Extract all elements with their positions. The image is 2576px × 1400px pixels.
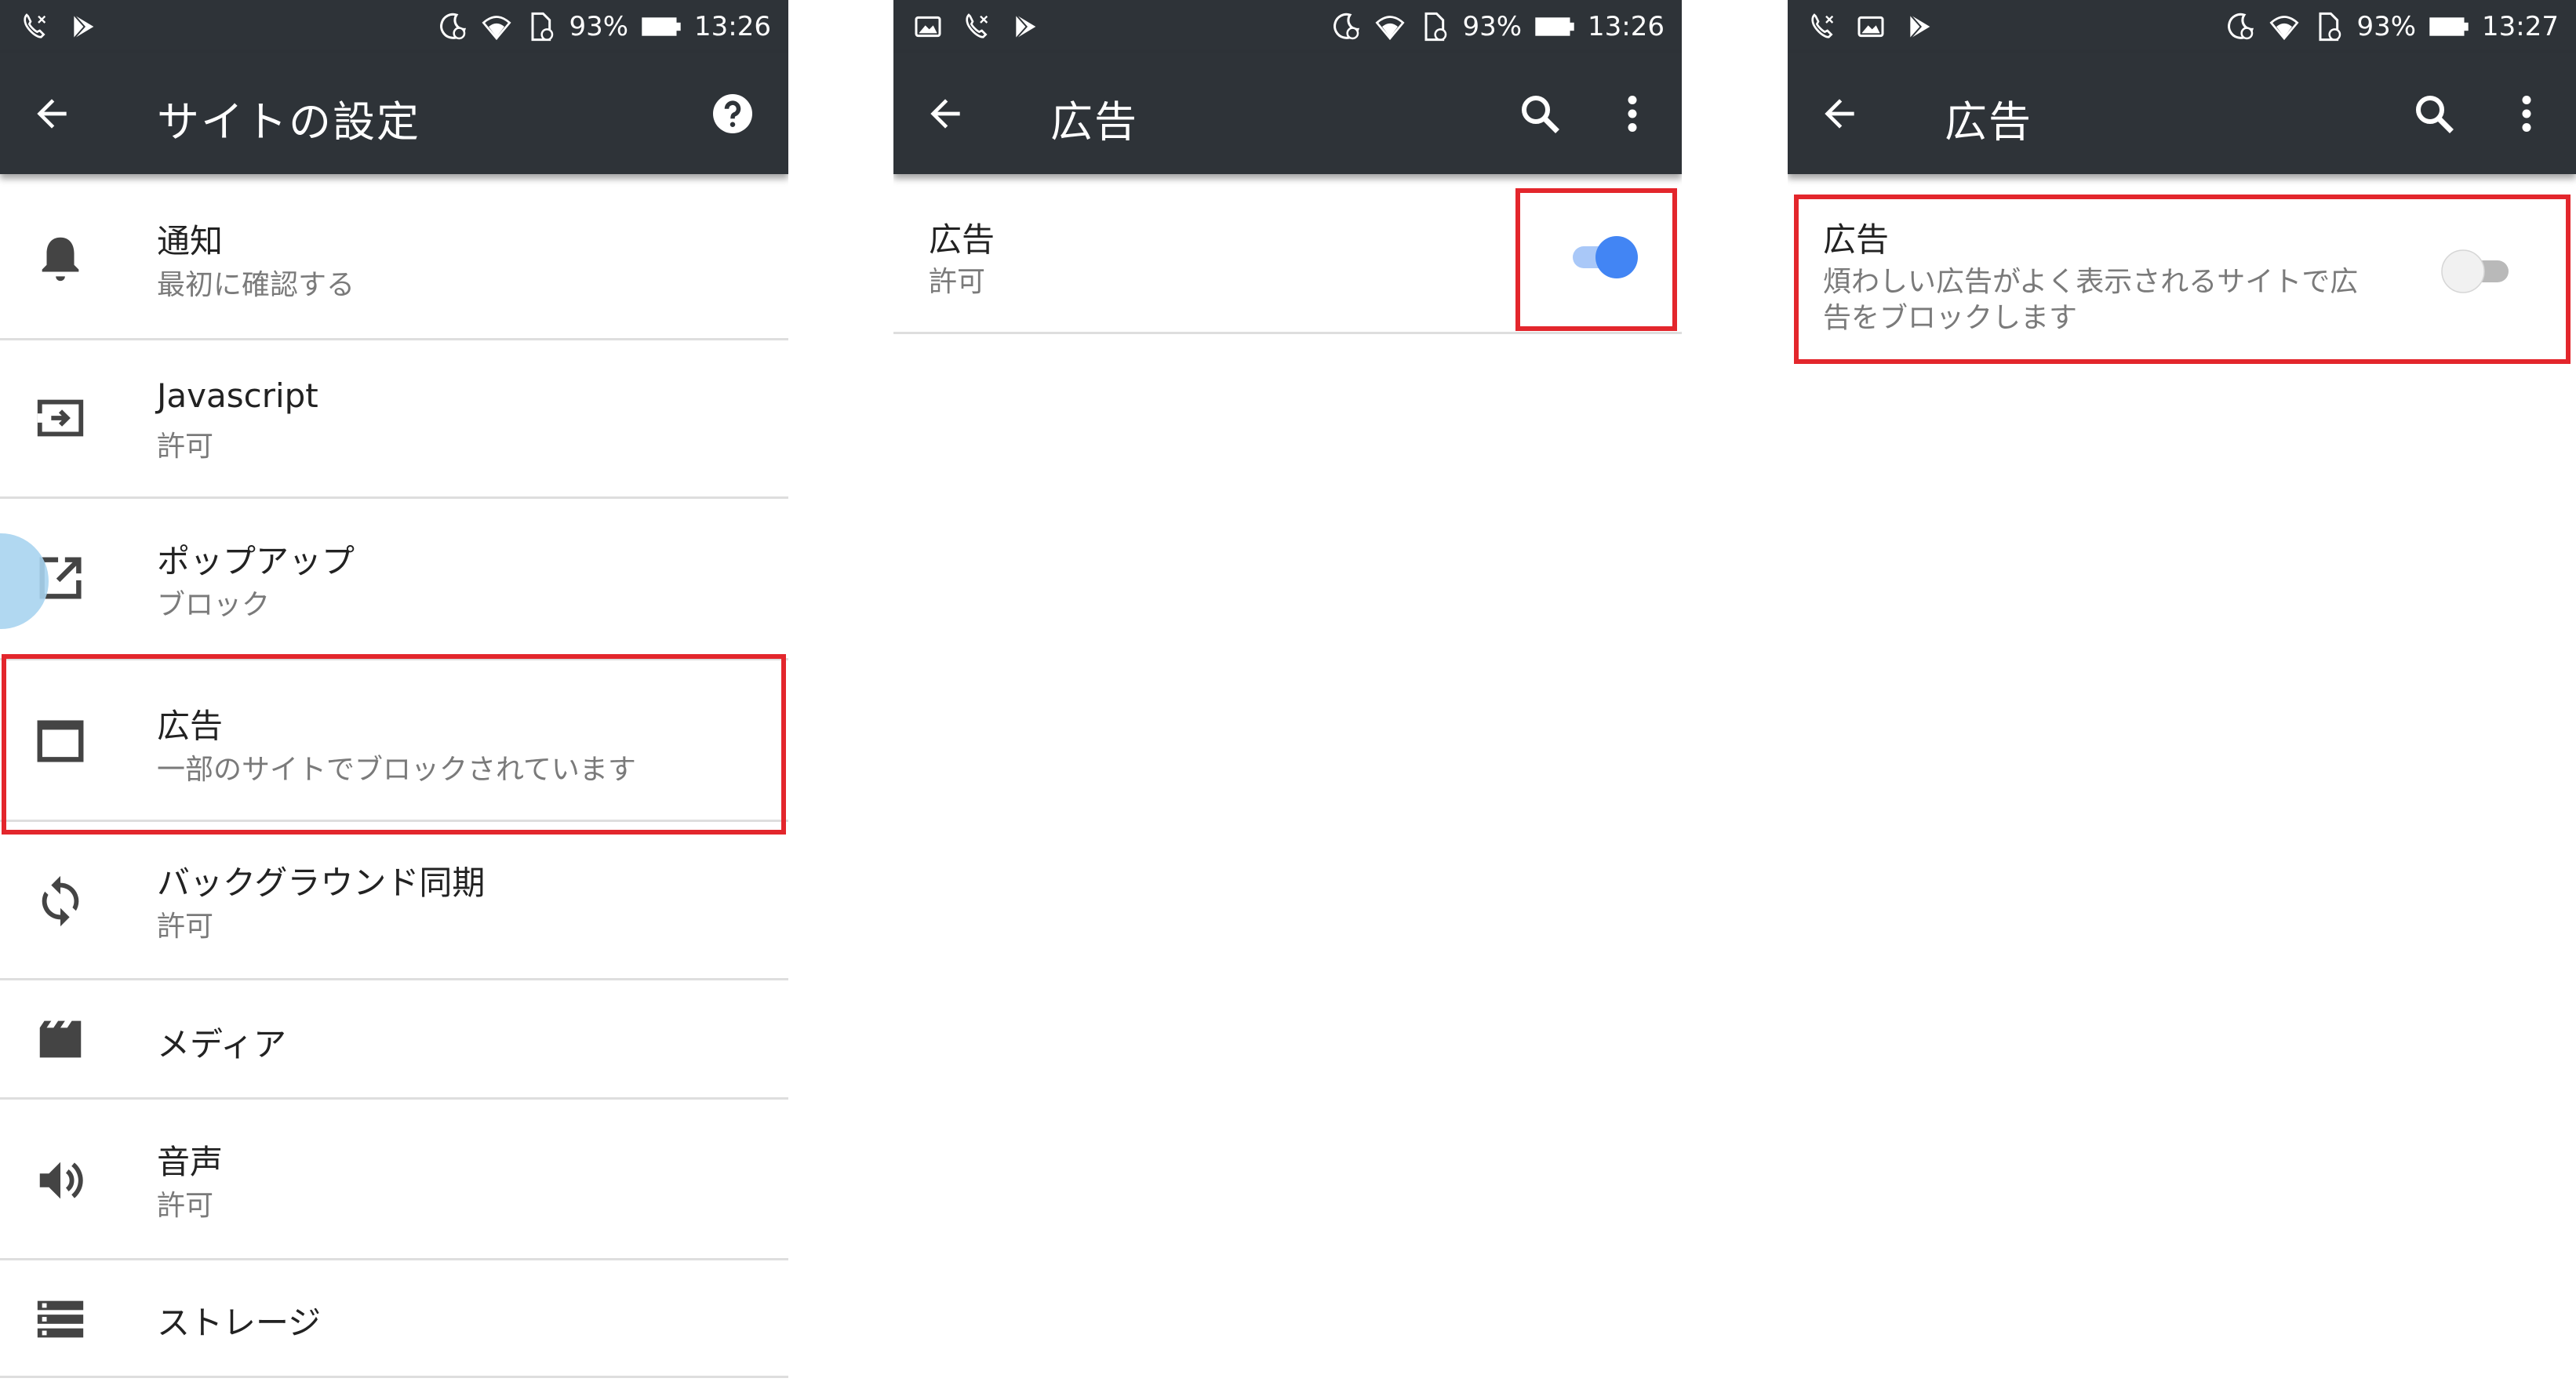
back-arrow-icon[interactable]	[30, 92, 74, 136]
phone-missed-icon	[961, 11, 992, 42]
battery-icon	[1534, 14, 1575, 39]
javascript-icon	[33, 391, 88, 445]
item-subtitle-line1: 煩わしい広告がよく表示されるサイトで広	[1823, 266, 2359, 298]
phone-missed-icon	[1806, 11, 1838, 42]
item-title: 広告	[157, 707, 224, 745]
settings-list: 広告 許可	[893, 174, 1682, 334]
wifi-icon	[481, 11, 512, 42]
settings-item-ads[interactable]: 広告 一部のサイトでブロックされています	[0, 660, 788, 822]
help-icon[interactable]	[709, 90, 756, 137]
status-bar: 93% 13:27	[1788, 0, 2576, 53]
battery-percent: 93%	[569, 11, 629, 42]
item-subtitle: 許可	[157, 911, 214, 943]
back-arrow-icon[interactable]	[923, 92, 967, 136]
settings-item-background-sync[interactable]: バックグラウンド同期 許可	[0, 822, 788, 980]
media-icon	[33, 1012, 88, 1067]
settings-item-javascript[interactable]: Javascript 許可	[0, 340, 788, 499]
screen-ads-blocked: 93% 13:27 広告 広告 煩わしい広告がよく表示されるサイトで広 告をブロ…	[1788, 0, 2576, 1400]
page-title: 広告	[1050, 97, 1138, 147]
play-store-icon	[1010, 11, 1041, 42]
battery-percent: 93%	[2356, 11, 2417, 42]
search-icon[interactable]	[1516, 90, 1563, 137]
page-title: サイトの設定	[157, 97, 420, 147]
item-title: Javascript	[157, 376, 318, 415]
more-vert-icon[interactable]	[1609, 90, 1656, 137]
item-title: ポップアップ	[157, 542, 355, 580]
alarm-icon	[437, 11, 468, 42]
item-title: 通知	[157, 222, 224, 260]
item-subtitle-line2: 告をブロックします	[1823, 302, 2078, 334]
settings-item-popups[interactable]: ポップアップ ブロック	[0, 499, 788, 660]
battery-icon	[2429, 14, 2469, 39]
ads-toggle-switch[interactable]	[1566, 229, 1645, 284]
clock: 13:27	[2482, 11, 2559, 42]
settings-list: 通知 最初に確認する Javascript 許可 ポップアップ ブロック 広告 …	[0, 174, 788, 1378]
ads-toggle-switch[interactable]	[2435, 243, 2521, 298]
bell-icon	[33, 231, 88, 285]
sim-icon	[2312, 11, 2344, 42]
settings-item-notifications[interactable]: 通知 最初に確認する	[0, 174, 788, 340]
wifi-icon	[2269, 11, 2300, 42]
play-store-icon	[67, 11, 99, 42]
item-subtitle: 許可	[929, 266, 986, 298]
item-title: メディア	[157, 1025, 287, 1064]
clock: 13:26	[694, 11, 771, 42]
app-bar: 広告	[1788, 53, 2576, 174]
image-icon	[1855, 11, 1887, 42]
item-title: ストレージ	[157, 1304, 322, 1342]
wifi-icon	[1374, 11, 1406, 42]
settings-item-storage[interactable]: ストレージ	[0, 1260, 788, 1378]
status-bar: 93% 13:26	[0, 0, 788, 53]
item-title: 広告	[929, 220, 995, 259]
ads-setting-row[interactable]: 広告 許可	[893, 174, 1682, 334]
alarm-icon	[1330, 11, 1362, 42]
item-title: バックグラウンド同期	[157, 864, 486, 902]
app-bar: サイトの設定	[0, 53, 788, 174]
screen-site-settings: 93% 13:26 サイトの設定 通知 最初に確認する Javascript 許…	[0, 0, 788, 1400]
item-subtitle: 許可	[157, 1190, 214, 1222]
battery-percent: 93%	[1462, 11, 1523, 42]
storage-icon	[33, 1292, 88, 1347]
clock: 13:26	[1588, 11, 1665, 42]
sync-icon	[33, 874, 88, 929]
battery-icon	[641, 14, 682, 39]
screen-ads-allowed: 93% 13:26 広告 広告 許可	[893, 0, 1682, 1400]
page-title: 広告	[1945, 97, 2032, 147]
app-bar: 広告	[893, 53, 1682, 174]
search-icon[interactable]	[2410, 90, 2458, 137]
settings-item-sound[interactable]: 音声 許可	[0, 1100, 788, 1260]
ads-icon	[33, 714, 88, 769]
sound-icon	[33, 1153, 88, 1208]
more-vert-icon[interactable]	[2503, 90, 2550, 137]
item-subtitle: 許可	[157, 431, 214, 463]
image-icon	[912, 11, 944, 42]
item-subtitle: ブロック	[157, 589, 271, 621]
alarm-icon	[2225, 11, 2256, 42]
back-arrow-icon[interactable]	[1817, 92, 1861, 136]
settings-item-media[interactable]: メディア	[0, 980, 788, 1100]
sim-icon	[525, 11, 556, 42]
ads-setting-row[interactable]: 広告 煩わしい広告がよく表示されるサイトで広 告をブロックします	[1788, 174, 2576, 358]
item-subtitle: 一部のサイトでブロックされています	[157, 754, 636, 786]
play-store-icon	[1904, 11, 1935, 42]
item-subtitle: 最初に確認する	[157, 269, 355, 301]
phone-missed-icon	[19, 11, 50, 42]
settings-list: 広告 煩わしい広告がよく表示されるサイトで広 告をブロックします	[1788, 174, 2576, 358]
sim-icon	[1418, 11, 1450, 42]
item-title: 音声	[157, 1143, 224, 1181]
item-title: 広告	[1823, 220, 1890, 259]
status-bar: 93% 13:26	[893, 0, 1682, 53]
